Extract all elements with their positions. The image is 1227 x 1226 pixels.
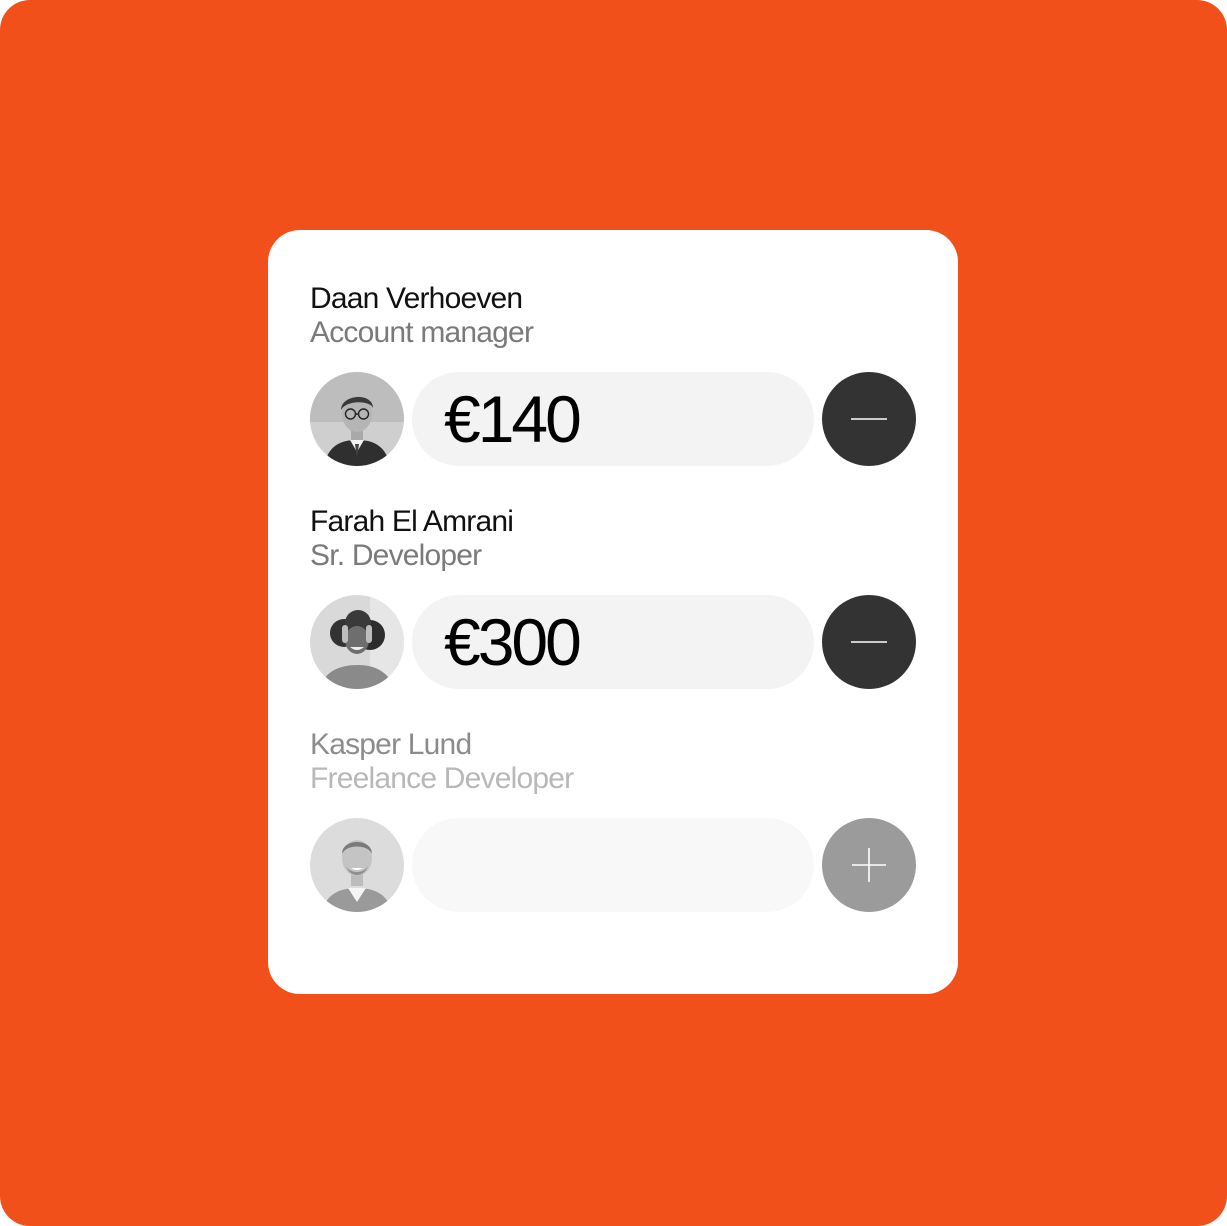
amount-field[interactable]: €300	[412, 595, 814, 689]
avatar	[310, 372, 404, 466]
add-button[interactable]	[822, 818, 916, 912]
team-budget-card: Daan Verhoeven Account manager €140 Fara…	[268, 230, 958, 994]
amount-value: €300	[444, 605, 582, 679]
person-row: €300	[310, 595, 916, 689]
remove-button[interactable]	[822, 372, 916, 466]
person-name: Daan Verhoeven	[310, 282, 523, 315]
orange-background: Daan Verhoeven Account manager €140 Fara…	[0, 0, 1227, 1226]
minus-icon	[851, 418, 887, 420]
amount-field[interactable]: €140	[412, 372, 814, 466]
person-name: Farah El Amrani	[310, 505, 514, 538]
person-row	[310, 818, 916, 912]
person-role: Sr. Developer	[310, 539, 482, 572]
person-row: €140	[310, 372, 916, 466]
person-role: Freelance Developer	[310, 762, 574, 795]
plus-icon	[852, 848, 886, 882]
person-name: Kasper Lund	[310, 728, 472, 761]
amount-value: €140	[444, 382, 582, 456]
amount-field[interactable]	[412, 818, 814, 912]
remove-button[interactable]	[822, 595, 916, 689]
minus-icon	[851, 641, 887, 643]
avatar	[310, 818, 404, 912]
avatar	[310, 595, 404, 689]
person-role: Account manager	[310, 316, 534, 349]
